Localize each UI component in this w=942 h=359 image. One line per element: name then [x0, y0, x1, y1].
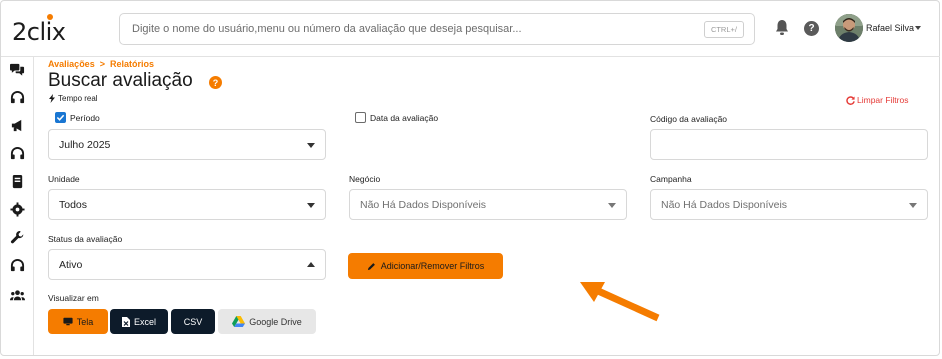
chevron-down-icon	[608, 203, 616, 208]
checkbox-checked-icon	[55, 112, 66, 123]
app-frame	[0, 0, 940, 356]
sidebar-item-support-2[interactable]	[8, 144, 26, 162]
clear-filters-link[interactable]: Limpar Filtros	[846, 95, 908, 105]
clear-filters-label: Limpar Filtros	[857, 95, 909, 105]
header-divider	[1, 56, 940, 57]
view-drive-label: Google Drive	[249, 316, 302, 327]
user-avatar[interactable]	[835, 14, 863, 42]
view-screen-button[interactable]: Tela	[48, 309, 108, 334]
period-checkbox[interactable]: Período	[55, 112, 100, 123]
page-title: Buscar avaliação	[48, 70, 193, 91]
date-checkbox[interactable]: Data da avaliação	[355, 112, 438, 123]
add-remove-filters-button[interactable]: Adicionar/Remover Filtros	[348, 253, 503, 279]
logo[interactable]: 2clix	[12, 12, 66, 46]
status-label: Status da avaliação	[48, 234, 123, 244]
campaign-select[interactable]: Não Há Dados Disponíveis	[650, 189, 928, 220]
view-label: Visualizar em	[48, 293, 99, 303]
title-help-icon[interactable]: ?	[209, 76, 222, 89]
campaign-value: Não Há Dados Disponíveis	[661, 198, 788, 211]
sidebar-item-settings[interactable]	[8, 200, 26, 218]
logo-dot	[47, 14, 53, 20]
date-label: Data da avaliação	[370, 112, 439, 123]
view-screen-label: Tela	[76, 316, 94, 327]
unit-select[interactable]: Todos	[48, 189, 326, 220]
add-remove-filters-label: Adicionar/Remover Filtros	[380, 261, 485, 271]
search-input[interactable]	[132, 23, 692, 35]
pencil-icon	[367, 262, 375, 270]
wrench-icon	[10, 230, 23, 243]
sidebar-item-support-3[interactable]	[8, 256, 26, 274]
sidebar-item-chat[interactable]	[8, 60, 26, 78]
view-excel-label: Excel	[133, 316, 156, 327]
business-value: Não Há Dados Disponíveis	[360, 198, 487, 211]
unit-label: Unidade	[48, 174, 80, 184]
code-label: Código da avaliação	[650, 114, 728, 124]
bell-icon[interactable]	[774, 19, 790, 37]
chevron-up-icon	[307, 262, 315, 267]
gear-icon	[9, 201, 25, 217]
google-drive-icon	[232, 316, 246, 327]
annotation-arrow-icon	[580, 282, 660, 322]
headset-icon	[10, 258, 24, 271]
status-value: Ativo	[59, 258, 83, 271]
view-csv-label: CSV	[183, 316, 203, 327]
sidebar-item-support-1[interactable]	[8, 88, 26, 106]
file-excel-icon	[121, 316, 130, 327]
business-select[interactable]: Não Há Dados Disponíveis	[349, 189, 627, 220]
global-search[interactable]: CTRL+/	[119, 13, 755, 45]
period-label: Período	[70, 112, 100, 123]
view-csv-button[interactable]: CSV	[171, 309, 215, 334]
chevron-down-icon	[307, 203, 315, 208]
search-shortcut-badge: CTRL+/	[703, 21, 744, 38]
book-icon	[12, 174, 22, 188]
breadcrumb-separator: >	[99, 59, 105, 69]
breadcrumb: Avaliações > Relatórios	[48, 59, 154, 69]
help-icon[interactable]: ?	[804, 21, 819, 36]
view-drive-button[interactable]: Google Drive	[218, 309, 316, 334]
lightning-icon	[49, 94, 55, 103]
sidebar-item-users[interactable]	[8, 286, 26, 304]
sidebar-item-book[interactable]	[8, 172, 26, 190]
status-select[interactable]: Ativo	[48, 249, 326, 280]
breadcrumb-item-relatorios[interactable]: Relatórios	[110, 59, 154, 69]
chat-bubbles-icon	[9, 63, 24, 76]
chevron-down-icon	[307, 143, 315, 148]
unit-value: Todos	[59, 198, 88, 211]
code-input[interactable]	[650, 129, 928, 160]
headset-icon	[10, 90, 24, 103]
user-menu-caret-icon[interactable]	[915, 26, 921, 30]
realtime-indicator: Tempo real	[48, 94, 98, 103]
checkbox-unchecked-icon	[355, 112, 366, 123]
refresh-icon	[846, 95, 855, 105]
logo-text: 2clix	[12, 18, 66, 46]
view-excel-button[interactable]: Excel	[110, 309, 168, 334]
chevron-down-icon	[909, 203, 917, 208]
business-label: Negócio	[349, 174, 381, 184]
megaphone-icon	[11, 119, 21, 131]
users-icon	[9, 289, 25, 300]
user-name[interactable]: Rafael Silva	[866, 23, 914, 33]
sidebar-divider	[33, 57, 34, 355]
sidebar-item-campaigns[interactable]	[8, 116, 26, 134]
realtime-label: Tempo real	[58, 94, 98, 103]
breadcrumb-item-avaliacoes[interactable]: Avaliações	[48, 59, 95, 69]
monitor-icon	[63, 317, 73, 326]
headset-icon	[10, 146, 24, 159]
campaign-label: Campanha	[650, 174, 692, 184]
sidebar-item-tools[interactable]	[8, 228, 26, 246]
period-value: Julho 2025	[59, 138, 111, 151]
period-select[interactable]: Julho 2025	[48, 129, 326, 160]
